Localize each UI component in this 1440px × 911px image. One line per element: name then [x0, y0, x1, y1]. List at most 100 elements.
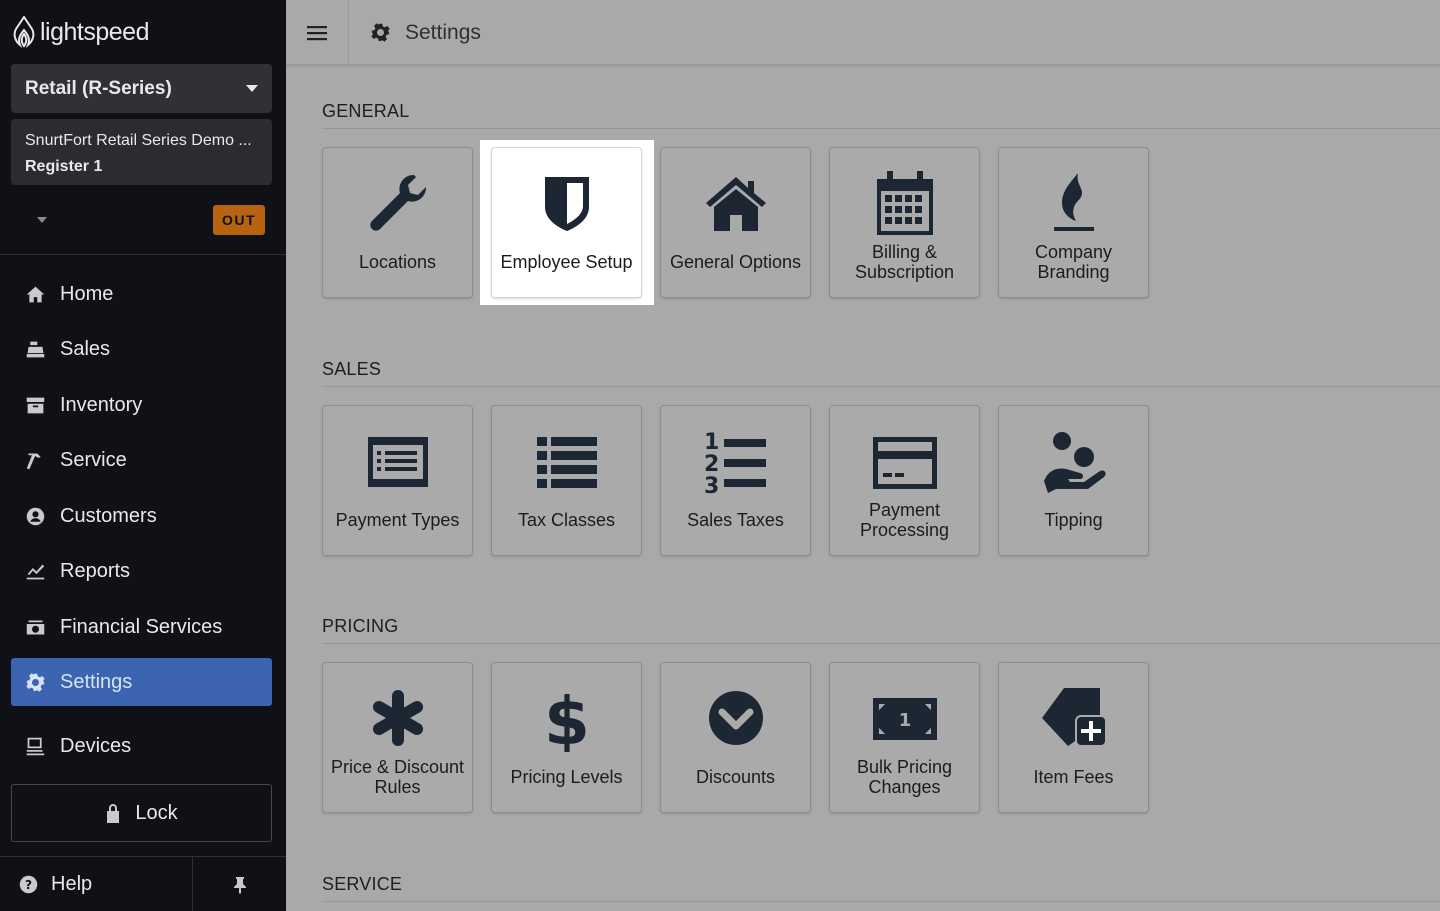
user-circle-icon [24, 505, 46, 527]
gear-icon [371, 23, 390, 42]
list-card-icon [323, 426, 472, 496]
help-button[interactable]: ? Help [0, 857, 193, 911]
sidebar-item-customers[interactable]: Customers [11, 492, 272, 540]
tile-label: Tax Classes [517, 510, 616, 530]
credit-card-icon [830, 426, 979, 496]
tile-locations[interactable]: Locations [322, 147, 473, 298]
help-icon: ? [19, 875, 38, 894]
chevron-circle-down-icon [661, 683, 810, 753]
sidebar-item-label: Home [60, 282, 114, 305]
product-select-label: Retail (R-Series) [25, 77, 172, 99]
tile-label: Item Fees [1033, 767, 1114, 787]
tile-label: Company Branding [1034, 242, 1113, 282]
sidebar-item-home[interactable]: Home [11, 270, 272, 318]
tile-company-branding[interactable]: Company Branding [998, 147, 1149, 298]
svg-text:?: ? [25, 878, 32, 892]
tile-label: Discounts [695, 767, 776, 787]
pin-icon [234, 876, 246, 894]
gear-icon [24, 671, 46, 693]
sidebar: lightspeed Retail (R-Series) SnurtFort R… [0, 0, 286, 911]
sidebar-item-label: Reports [60, 559, 131, 582]
pin-sidebar-button[interactable] [194, 857, 286, 911]
tile-discounts[interactable]: Discounts [660, 662, 811, 813]
hammer-icon [24, 449, 46, 471]
tile-label: Pricing Levels [510, 767, 623, 787]
lock-button[interactable]: Lock [11, 784, 272, 842]
tile-label: General Options [669, 252, 802, 272]
caret-down-icon[interactable] [37, 217, 47, 223]
store-register-box[interactable]: SnurtFort Retail Series Demo ... Registe… [11, 119, 272, 185]
section-title-sales: SALES [322, 359, 382, 379]
sidebar-item-label: Inventory [60, 393, 143, 416]
divider [0, 254, 286, 255]
tile-label: Billing & Subscription [854, 242, 955, 282]
inventory-icon [24, 394, 46, 416]
tile-label: Locations [358, 252, 437, 272]
sidebar-footer: ? Help [0, 856, 286, 911]
store-name: SnurtFort Retail Series Demo ... [25, 132, 252, 149]
tile-price-discount-rules[interactable]: Price & Discount Rules [322, 662, 473, 813]
tile-item-fees[interactable]: Item Fees [998, 662, 1149, 813]
section-title-pricing: PRICING [322, 616, 399, 636]
menu-toggle-button[interactable] [286, 0, 349, 65]
wrench-icon [323, 168, 472, 238]
asterisk-icon [323, 683, 472, 753]
flame-logo-icon [13, 16, 35, 48]
devices-icon [24, 735, 46, 757]
bill-icon: 1 [830, 683, 979, 753]
list-icon [492, 426, 641, 496]
tile-label: Price & Discount Rules [330, 757, 465, 797]
tile-bulk-pricing-changes[interactable]: 1 Bulk Pricing Changes [829, 662, 980, 813]
dollar-sign-icon: $ [492, 683, 641, 753]
product-select[interactable]: Retail (R-Series) [11, 64, 272, 113]
home-icon [24, 283, 46, 305]
tile-label: Employee Setup [500, 252, 633, 272]
sidebar-item-label: Sales [60, 337, 111, 360]
tag-plus-icon [999, 683, 1148, 753]
tile-tax-classes[interactable]: Tax Classes [491, 405, 642, 556]
sidebar-item-label: Devices [60, 734, 132, 757]
sidebar-item-label: Service [60, 448, 127, 471]
tile-employee-setup[interactable]: Employee Setup [491, 147, 642, 298]
sidebar-item-settings[interactable]: Settings [11, 658, 272, 706]
sidebar-item-inventory[interactable]: Inventory [11, 381, 272, 429]
help-label: Help [51, 873, 93, 895]
sidebar-item-devices[interactable]: Devices [11, 722, 272, 770]
flame-icon [999, 168, 1148, 238]
page-title-text: Settings [405, 20, 481, 44]
tile-billing-subscription[interactable]: Billing & Subscription [829, 147, 980, 298]
sidebar-item-reports[interactable]: Reports [11, 547, 272, 595]
section-divider [322, 643, 1440, 644]
sidebar-item-financial-services[interactable]: Financial Services [11, 603, 272, 651]
tile-pricing-levels[interactable]: $ Pricing Levels [491, 662, 642, 813]
calendar-icon [830, 168, 979, 238]
clock-status-badge[interactable]: OUT [213, 205, 265, 235]
section-divider [322, 386, 1440, 387]
house-icon [661, 168, 810, 238]
sidebar-item-label: Financial Services [60, 615, 223, 638]
tile-tipping[interactable]: Tipping [998, 405, 1149, 556]
tile-payment-types[interactable]: Payment Types [322, 405, 473, 556]
hand-coins-icon [999, 426, 1148, 496]
tile-label: Sales Taxes [687, 510, 784, 530]
tile-label: Payment Types [335, 510, 460, 530]
sidebar-item-service[interactable]: Service [11, 436, 272, 484]
hamburger-icon [307, 25, 327, 40]
section-title-general: GENERAL [322, 101, 410, 121]
svg-text:3: 3 [704, 474, 719, 495]
tile-general-options[interactable]: General Options [660, 147, 811, 298]
shield-icon [492, 168, 641, 238]
sidebar-item-sales[interactable]: Sales [11, 325, 272, 373]
tile-payment-processing[interactable]: Payment Processing [829, 405, 980, 556]
tile-sales-taxes[interactable]: 123 Sales Taxes [660, 405, 811, 556]
tile-label: Payment Processing [859, 500, 950, 540]
lock-icon [107, 804, 120, 823]
svg-text:1: 1 [898, 710, 911, 731]
money-icon [24, 616, 46, 638]
section-divider [322, 128, 1440, 129]
tile-label: Tipping [1044, 510, 1103, 530]
lightspeed-logo[interactable]: lightspeed [12, 16, 149, 48]
section-divider [322, 901, 1440, 902]
top-header: Settings [286, 0, 1440, 65]
sidebar-item-label: Customers [60, 504, 157, 527]
